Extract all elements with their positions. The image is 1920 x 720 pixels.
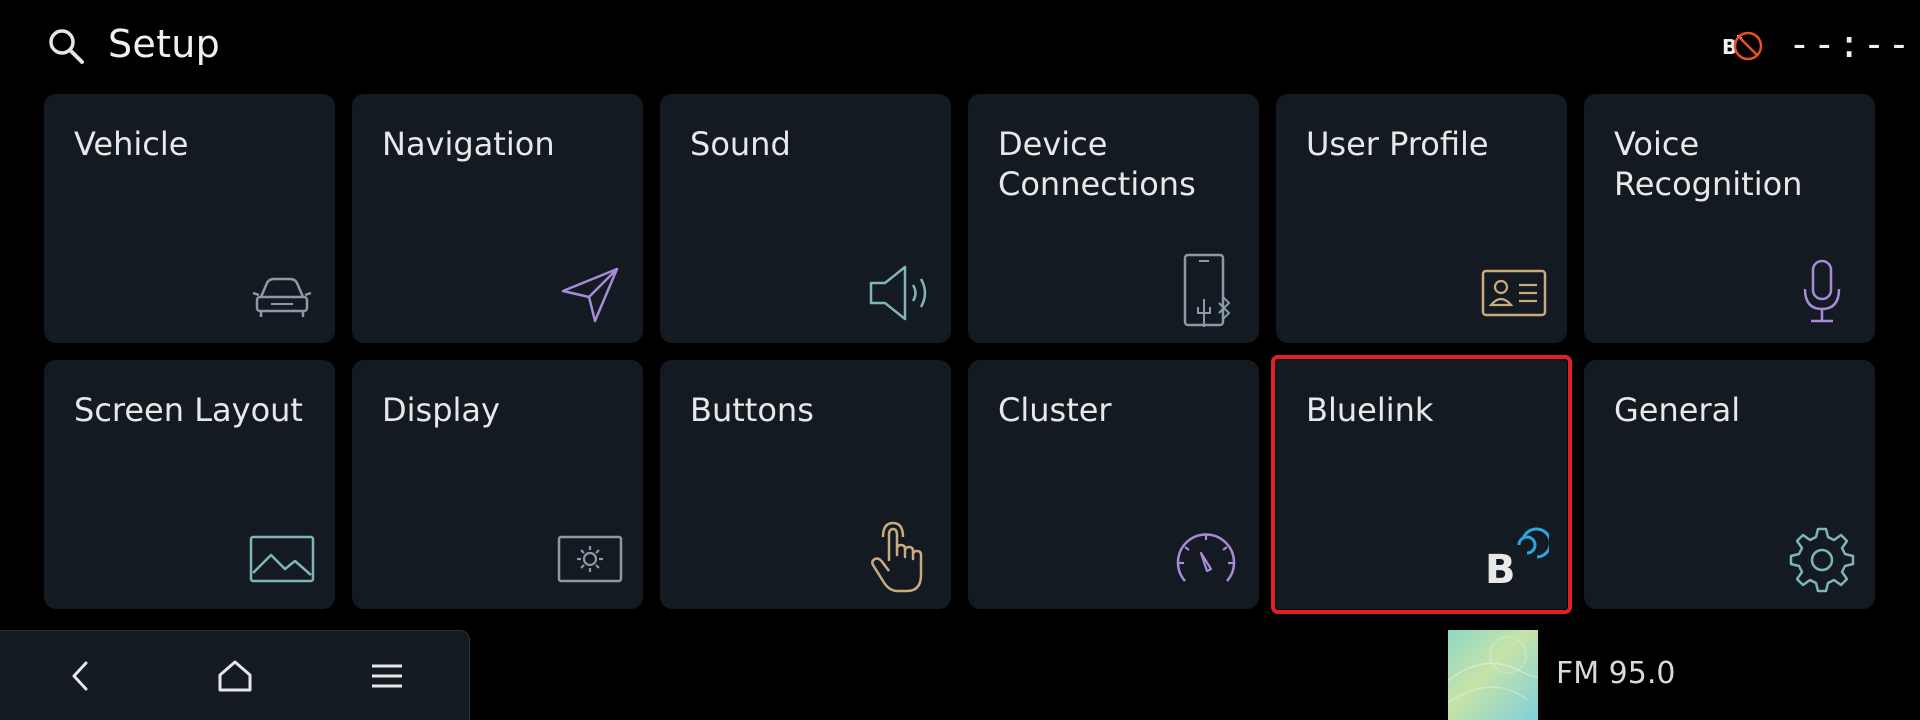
tile-sound[interactable]: Sound bbox=[660, 94, 951, 343]
bluelink-disconnected-icon: B bbox=[1722, 31, 1763, 61]
id-card-icon bbox=[1481, 269, 1547, 317]
tile-device-connections[interactable]: Device Connections bbox=[968, 94, 1259, 343]
tile-voice-recognition[interactable]: Voice Recognition bbox=[1584, 94, 1875, 343]
tile-general[interactable]: General bbox=[1584, 360, 1875, 609]
tile-navigation[interactable]: Navigation bbox=[352, 94, 643, 343]
navigation-arrow-icon bbox=[561, 267, 619, 323]
tile-label: Device Connections bbox=[998, 125, 1196, 203]
tile-bluelink[interactable]: Bluelink B bbox=[1271, 355, 1572, 614]
bluelink-icon: B bbox=[1485, 527, 1549, 593]
album-art-pattern bbox=[1448, 636, 1538, 704]
tile-buttons[interactable]: Buttons bbox=[660, 360, 951, 609]
svg-text:B: B bbox=[1485, 547, 1516, 593]
tile-label: User Profile bbox=[1306, 125, 1489, 163]
tile-label: Navigation bbox=[382, 125, 555, 163]
tile-vehicle[interactable]: Vehicle bbox=[44, 94, 335, 343]
tile-label: General bbox=[1614, 391, 1741, 429]
page-title: Setup bbox=[108, 22, 221, 66]
tile-display[interactable]: Display bbox=[352, 360, 643, 609]
tile-label: Vehicle bbox=[74, 125, 189, 163]
gear-icon bbox=[1789, 527, 1855, 593]
header-bar: Setup B --:-- bbox=[0, 0, 1920, 94]
tile-label: Voice Recognition bbox=[1614, 125, 1803, 203]
tile-user-profile[interactable]: User Profile bbox=[1276, 94, 1567, 343]
tile-label: Sound bbox=[690, 125, 791, 163]
tile-label: Bluelink bbox=[1306, 391, 1434, 429]
speedometer-icon bbox=[1176, 533, 1236, 582]
album-art bbox=[1448, 630, 1538, 720]
car-icon bbox=[252, 277, 312, 317]
image-layout-icon bbox=[249, 535, 315, 583]
search-icon[interactable] bbox=[46, 26, 86, 66]
phone-usb-bluetooth-icon bbox=[1183, 253, 1231, 327]
brightness-screen-icon bbox=[557, 535, 623, 583]
back-icon[interactable] bbox=[58, 653, 104, 699]
media-widget[interactable]: FM 95.0 bbox=[1448, 630, 1920, 720]
tile-label: Screen Layout bbox=[74, 391, 303, 429]
speaker-icon bbox=[869, 265, 927, 321]
microphone-icon bbox=[1803, 259, 1841, 323]
tile-label: Buttons bbox=[690, 391, 814, 429]
setup-menu-grid: Vehicle Navigation Sound Device Connecti… bbox=[44, 94, 1876, 614]
menu-icon[interactable] bbox=[364, 653, 410, 699]
tile-screen-layout[interactable]: Screen Layout bbox=[44, 360, 335, 609]
tile-label: Cluster bbox=[998, 391, 1112, 429]
home-icon[interactable] bbox=[212, 653, 258, 699]
radio-station-label: FM 95.0 bbox=[1556, 656, 1676, 691]
clock: --:-- bbox=[1788, 22, 1913, 66]
tile-label: Display bbox=[382, 391, 500, 429]
bottom-nav-bar bbox=[0, 630, 470, 720]
tile-cluster[interactable]: Cluster bbox=[968, 360, 1259, 609]
touch-hand-icon bbox=[871, 521, 923, 593]
